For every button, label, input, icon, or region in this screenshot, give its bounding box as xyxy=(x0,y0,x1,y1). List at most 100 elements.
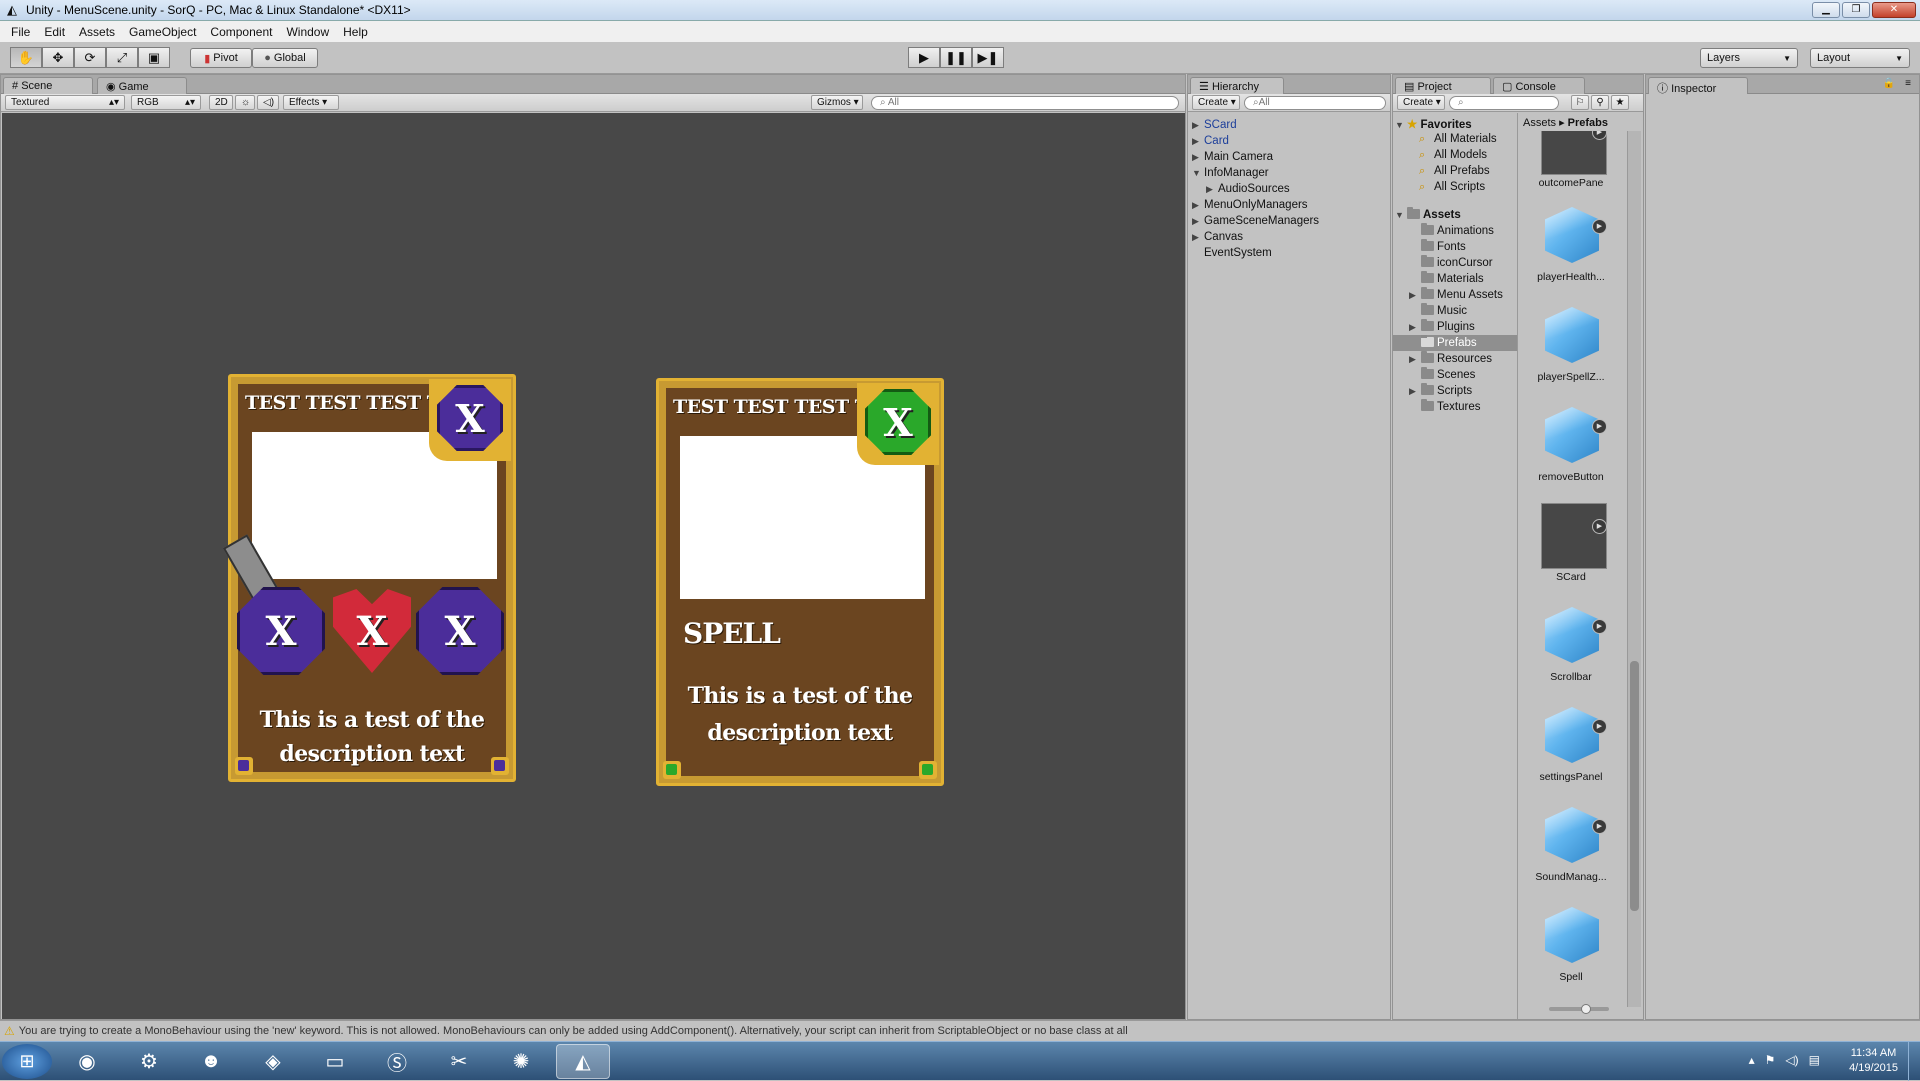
hierarchy-item[interactable]: ▼ InfoManager xyxy=(1192,167,1269,179)
pivot-toggle[interactable]: ▮ Pivot xyxy=(190,48,252,68)
menu-file[interactable]: File xyxy=(4,25,37,39)
favorites-header[interactable]: ▼ ★ Favorites xyxy=(1395,117,1472,131)
hierarchy-item[interactable]: EventSystem xyxy=(1204,247,1272,259)
menu-gameobject[interactable]: GameObject xyxy=(122,25,203,39)
taskbar-app-mask[interactable]: ☻ xyxy=(184,1044,238,1079)
hierarchy-item[interactable]: ▶ Canvas xyxy=(1192,231,1243,243)
minimize-button[interactable]: ▁ xyxy=(1812,2,1840,18)
audio-icon[interactable]: ◁) xyxy=(257,95,279,110)
hierarchy-item[interactable]: ▶ AudioSources xyxy=(1206,183,1290,195)
collapse-arrow-icon[interactable]: ▼ xyxy=(1395,210,1407,220)
tab-game[interactable]: ◉ Game xyxy=(97,77,187,94)
asset-item[interactable]: ▶ Scrollbar xyxy=(1525,603,1617,683)
favorite-item[interactable]: ⌕ All Materials xyxy=(1419,133,1497,146)
folder-item[interactable]: ▶ Scripts xyxy=(1409,383,1472,397)
folder-item[interactable]: ▶ Plugins xyxy=(1409,319,1475,333)
play-icon[interactable]: ▶ xyxy=(1592,719,1607,734)
taskbar-snipping[interactable]: ✂ xyxy=(432,1044,486,1079)
lock-icon[interactable]: 🔒 xyxy=(1883,78,1895,89)
start-button[interactable]: ⊞ xyxy=(2,1044,52,1079)
taskbar-app-ship[interactable]: ◈ xyxy=(246,1044,300,1079)
gizmos-dropdown[interactable]: Gizmos ▾ xyxy=(811,95,863,110)
restore-button[interactable]: ❐ xyxy=(1842,2,1870,18)
folder-item[interactable]: Scenes xyxy=(1421,367,1475,381)
panel-menu-icon[interactable]: ≡ xyxy=(1905,78,1911,89)
hand-tool-icon[interactable]: ✋ xyxy=(10,47,42,68)
slider-handle[interactable] xyxy=(1581,1004,1591,1014)
folder-item[interactable]: Fonts xyxy=(1421,239,1466,253)
play-icon[interactable]: ▶ xyxy=(1592,519,1607,534)
folder-item[interactable]: ▶ Resources xyxy=(1409,351,1492,365)
asset-item[interactable]: ▶ removeButton xyxy=(1525,403,1617,483)
toggle-2d-button[interactable]: 2D xyxy=(209,95,233,110)
folder-item-selected[interactable]: Prefabs xyxy=(1393,335,1517,351)
collapse-arrow-icon[interactable]: ▼ xyxy=(1192,168,1204,178)
expand-arrow-icon[interactable]: ▶ xyxy=(1206,184,1218,195)
taskbar-explorer[interactable]: ▭ xyxy=(308,1044,362,1079)
card-spell[interactable]: TEST TEST TEST TEST X SPELL This is a te… xyxy=(656,378,944,786)
expand-arrow-icon[interactable]: ▶ xyxy=(1192,136,1204,147)
collapse-arrow-icon[interactable]: ▼ xyxy=(1395,120,1407,130)
global-toggle[interactable]: ● Global xyxy=(252,48,318,68)
menu-help[interactable]: Help xyxy=(336,25,375,39)
breadcrumb-root[interactable]: Assets xyxy=(1523,117,1556,129)
scale-tool-icon[interactable]: ⤢ xyxy=(106,47,138,68)
scene-search-input[interactable]: ⌕ All xyxy=(871,96,1179,110)
tray-expand-icon[interactable]: ▴ xyxy=(1749,1053,1755,1067)
move-tool-icon[interactable]: ✥ xyxy=(42,47,74,68)
scene-viewport[interactable]: TEST TEST TEST TEST X X X X This is a te… xyxy=(2,113,1185,1019)
tab-inspector[interactable]: ⓘ Inspector xyxy=(1648,77,1748,95)
hierarchy-item[interactable]: ▶ SCard xyxy=(1192,119,1237,131)
taskbar-steam[interactable]: ⚙ xyxy=(122,1044,176,1079)
folder-item[interactable]: iconCursor xyxy=(1421,255,1493,269)
thumbnail-size-slider[interactable] xyxy=(1549,1004,1609,1014)
clock[interactable]: 11:34 AM 4/19/2015 xyxy=(1849,1046,1898,1076)
status-bar[interactable]: ⚠ You are trying to create a MonoBehavio… xyxy=(0,1020,1920,1041)
taskbar-unity[interactable]: ◭ xyxy=(556,1044,610,1079)
rotate-tool-icon[interactable]: ⟳ xyxy=(74,47,106,68)
folder-item[interactable]: Materials xyxy=(1421,271,1484,285)
hierarchy-item[interactable]: ▶ Main Camera xyxy=(1192,151,1273,163)
color-mode-dropdown[interactable]: RGB ▴▾ xyxy=(131,95,201,110)
favorite-star-icon[interactable]: ★ xyxy=(1611,95,1629,110)
card-unit[interactable]: TEST TEST TEST TEST X X X X This is a te… xyxy=(222,374,516,782)
hierarchy-item[interactable]: ▶ MenuOnlyManagers xyxy=(1192,199,1308,211)
taskbar-skype[interactable]: Ⓢ xyxy=(370,1044,424,1079)
hierarchy-item[interactable]: ▶ GameSceneManagers xyxy=(1192,215,1319,227)
project-search-input[interactable]: ⌕ xyxy=(1449,96,1559,110)
expand-arrow-icon[interactable]: ▶ xyxy=(1192,216,1204,227)
taskbar-chrome[interactable]: ◉ xyxy=(60,1044,114,1079)
scrollbar-thumb[interactable] xyxy=(1630,661,1639,911)
folder-item[interactable]: Music xyxy=(1421,303,1467,317)
expand-arrow-icon[interactable]: ▶ xyxy=(1192,200,1204,211)
favorite-item[interactable]: ⌕ All Scripts xyxy=(1419,181,1485,194)
show-desktop-button[interactable] xyxy=(1908,1042,1920,1081)
effects-dropdown[interactable]: Effects ▾ xyxy=(283,95,339,110)
sun-icon[interactable]: ☼ xyxy=(235,95,255,110)
expand-arrow-icon[interactable]: ▶ xyxy=(1409,354,1421,365)
expand-arrow-icon[interactable]: ▶ xyxy=(1192,120,1204,131)
assets-header[interactable]: ▼ Assets xyxy=(1395,207,1461,221)
asset-item[interactable]: ▶ outcomePane xyxy=(1525,131,1617,189)
expand-arrow-icon[interactable]: ▶ xyxy=(1409,290,1421,301)
tab-project[interactable]: ▤ Project xyxy=(1395,77,1491,94)
favorite-item[interactable]: ⌕ All Models xyxy=(1419,149,1487,162)
menu-edit[interactable]: Edit xyxy=(37,25,72,39)
favorite-item[interactable]: ⌕ All Prefabs xyxy=(1419,165,1490,178)
filter-label-icon[interactable]: ⚲ xyxy=(1591,95,1609,110)
shading-mode-dropdown[interactable]: Textured ▴▾ xyxy=(5,95,125,110)
asset-item[interactable]: Spell xyxy=(1525,903,1617,983)
play-icon[interactable]: ▶ xyxy=(1592,219,1607,234)
tab-console[interactable]: ▢ Console xyxy=(1493,77,1585,94)
expand-arrow-icon[interactable]: ▶ xyxy=(1192,232,1204,243)
expand-arrow-icon[interactable]: ▶ xyxy=(1192,152,1204,163)
menu-assets[interactable]: Assets xyxy=(72,25,122,39)
breadcrumb-current[interactable]: Prefabs xyxy=(1568,117,1608,129)
close-button[interactable]: ✕ xyxy=(1872,2,1916,18)
tab-hierarchy[interactable]: ☰ Hierarchy xyxy=(1190,77,1284,94)
asset-item[interactable]: ▶ playerHealth... xyxy=(1525,203,1617,283)
play-icon[interactable]: ▶ xyxy=(1592,419,1607,434)
play-icon[interactable]: ▶ xyxy=(1592,819,1607,834)
menu-window[interactable]: Window xyxy=(279,25,336,39)
hierarchy-item[interactable]: ▶ Card xyxy=(1192,135,1229,147)
